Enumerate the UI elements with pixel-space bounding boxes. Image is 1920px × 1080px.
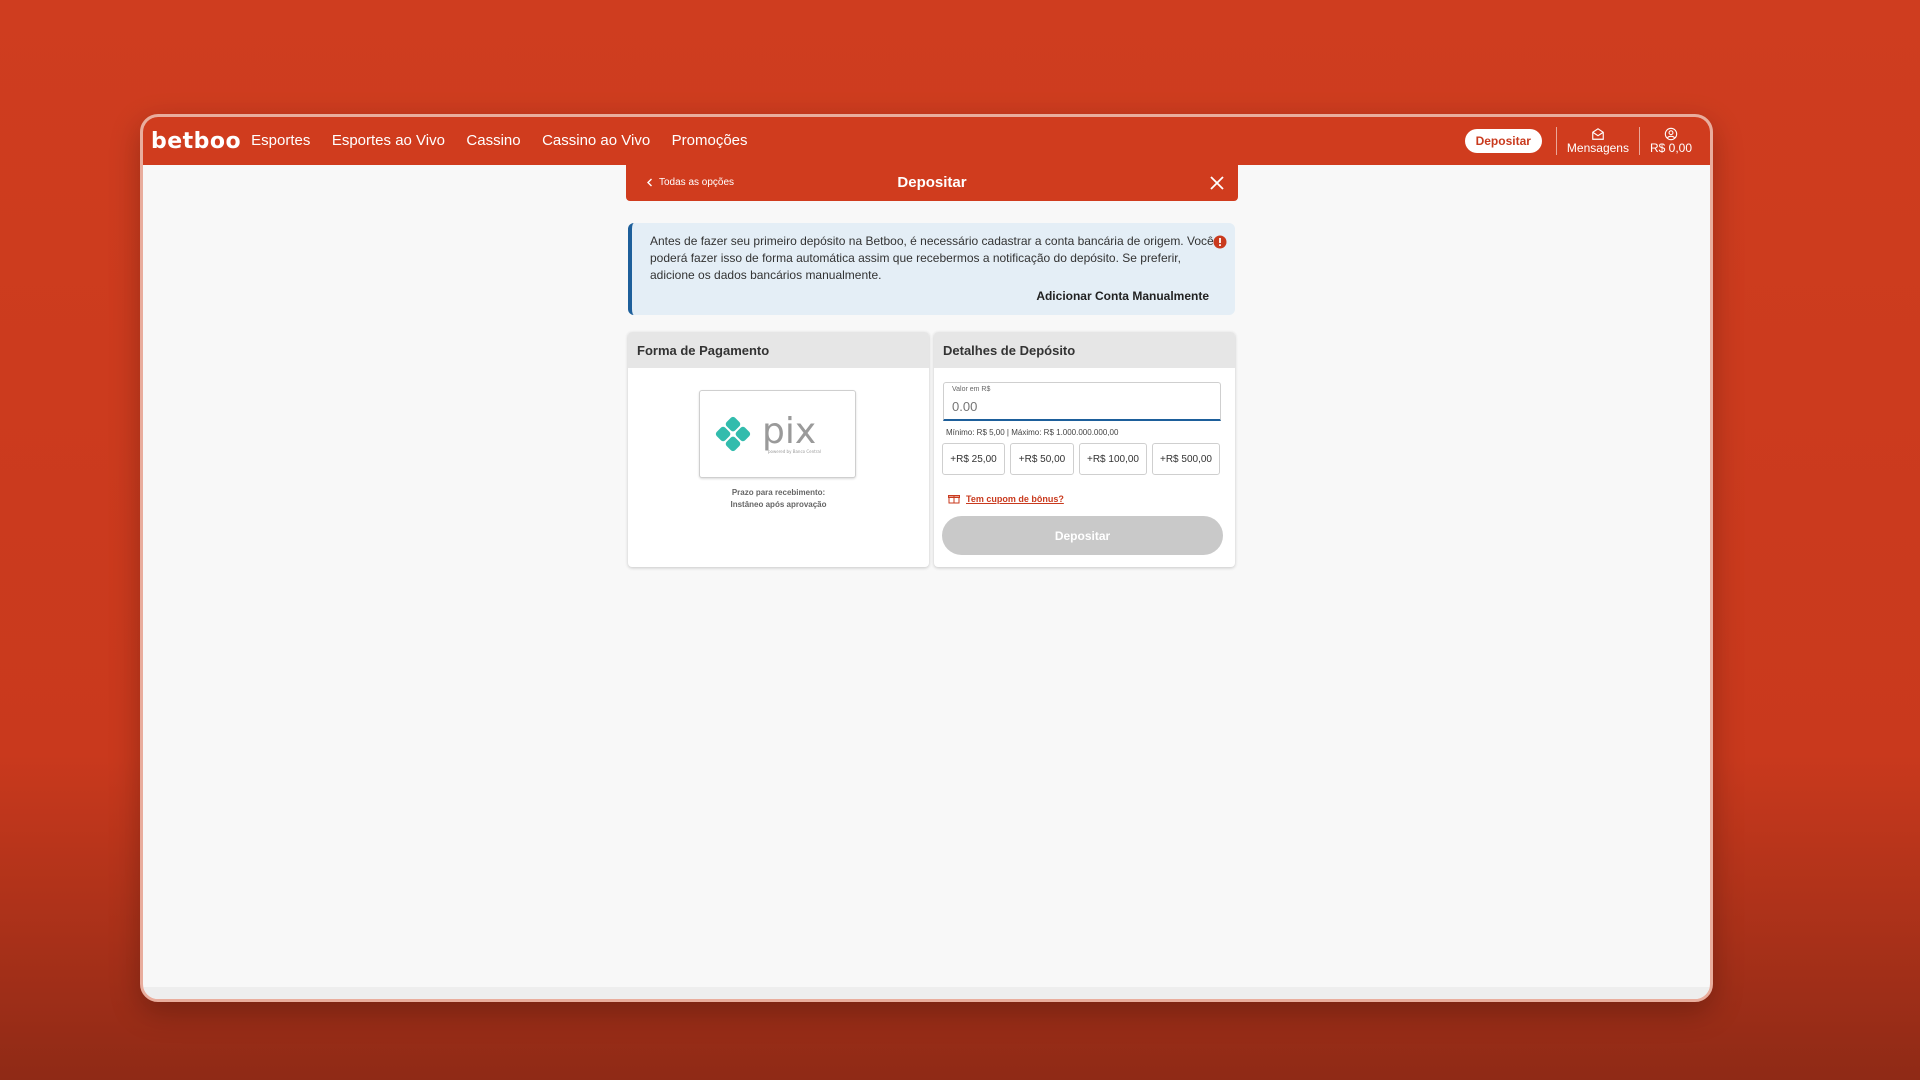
- nav-promocoes[interactable]: Promoções: [672, 132, 748, 149]
- deposit-limits: Mínimo: R$ 5,00 | Máximo: R$ 1.000.000.0…: [946, 428, 1119, 437]
- modal-title: Depositar: [897, 174, 967, 191]
- amount-input[interactable]: [952, 399, 1212, 414]
- nav-cassino-ao-vivo[interactable]: Cassino ao Vivo: [542, 132, 650, 149]
- bonus-coupon-link[interactable]: Tem cupom de bônus?: [948, 493, 1064, 504]
- main-nav: Esportes Esportes ao Vivo Cassino Cassin…: [251, 132, 764, 150]
- add-account-manually-link[interactable]: Adicionar Conta Manualmente: [1036, 289, 1209, 303]
- quick-amount-25[interactable]: +R$ 25,00: [942, 443, 1005, 475]
- messages-button[interactable]: Mensagens: [1557, 127, 1639, 155]
- user-icon: [1664, 127, 1678, 141]
- quick-amount-100[interactable]: +R$ 100,00: [1079, 443, 1147, 475]
- deposit-details-card: Detalhes de Depósito Valor em R$ Mínimo:…: [934, 332, 1235, 567]
- amount-field[interactable]: Valor em R$: [943, 382, 1221, 421]
- balance-label: R$ 0,00: [1649, 141, 1692, 155]
- account-balance-button[interactable]: R$ 0,00: [1640, 127, 1702, 155]
- nav-cassino[interactable]: Cassino: [466, 132, 520, 149]
- envelope-icon: [1592, 128, 1604, 140]
- pix-logo-text: pix: [762, 411, 816, 452]
- receipt-timeframe-value: Instâneo após aprovação: [730, 500, 827, 509]
- bank-account-notice: Antes de fazer seu primeiro depósito na …: [628, 223, 1235, 315]
- gift-icon: [948, 495, 960, 504]
- receipt-timeframe-label: Prazo para recebimento:: [731, 488, 826, 497]
- nav-esportes-ao-vivo[interactable]: Esportes ao Vivo: [332, 132, 445, 149]
- nav-esportes[interactable]: Esportes: [251, 132, 310, 149]
- deposit-header-button[interactable]: Depositar: [1464, 129, 1542, 153]
- pix-logo-subtext: powered by Banco Central: [768, 449, 821, 454]
- quick-amount-500[interactable]: +R$ 500,00: [1152, 443, 1220, 475]
- payment-method-header: Forma de Pagamento: [628, 332, 929, 368]
- deposit-modal-header: Todas as opções Depositar: [626, 165, 1238, 201]
- footer-strip: [143, 987, 1710, 999]
- amount-field-label: Valor em R$: [952, 386, 991, 393]
- close-icon[interactable]: [1208, 174, 1226, 192]
- quick-amount-50[interactable]: +R$ 50,00: [1010, 443, 1074, 475]
- betboo-logo[interactable]: betboo: [151, 129, 241, 154]
- top-navbar: betboo Esportes Esportes ao Vivo Cassino…: [143, 117, 1710, 165]
- notice-text: Antes de fazer seu primeiro depósito na …: [650, 234, 1214, 282]
- bonus-coupon-label: Tem cupom de bônus?: [966, 493, 1064, 504]
- alert-icon: [1213, 235, 1227, 249]
- pix-method-option[interactable]: pix powered by Banco Central: [699, 390, 856, 478]
- deposit-submit-button[interactable]: Depositar: [942, 516, 1223, 555]
- pix-logo: pix powered by Banco Central: [715, 411, 821, 454]
- quick-amounts: +R$ 25,00 +R$ 50,00 +R$ 100,00 +R$ 500,0…: [942, 443, 1220, 475]
- top-right-actions: Depositar Mensagens R$ 0,00: [1464, 117, 1702, 165]
- browser-window: betboo Esportes Esportes ao Vivo Cassino…: [140, 114, 1713, 1002]
- deposit-details-header: Detalhes de Depósito: [934, 332, 1235, 368]
- receipt-timeframe: Prazo para recebimento: Instâneo após ap…: [628, 487, 929, 511]
- messages-label: Mensagens: [1566, 141, 1629, 155]
- payment-method-card: Forma de Pagamento pix powered by Banco …: [628, 332, 929, 567]
